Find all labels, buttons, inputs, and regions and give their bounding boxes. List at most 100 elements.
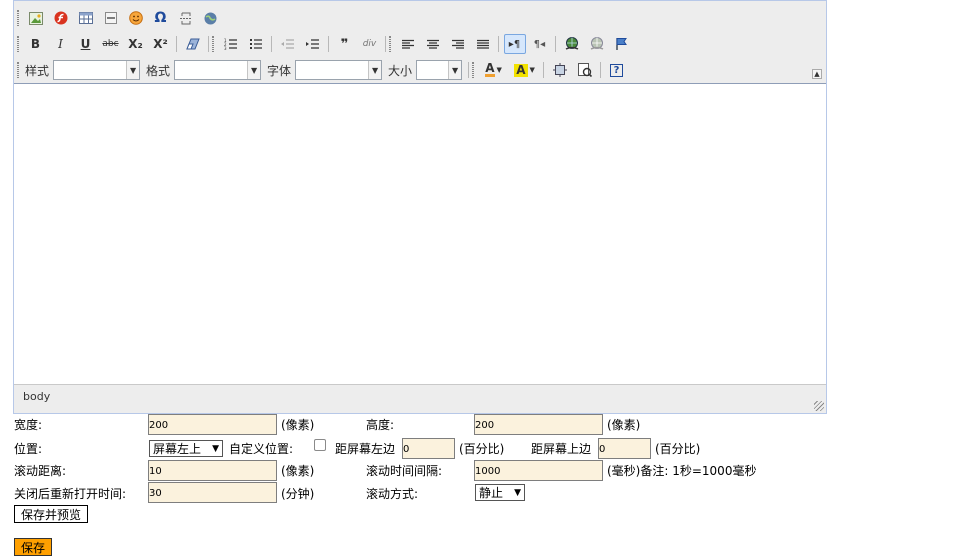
- smiley-icon[interactable]: [125, 8, 147, 28]
- reopen-time-input[interactable]: 30: [148, 482, 277, 503]
- show-blocks-icon[interactable]: [574, 60, 596, 80]
- toolbar-separator: [498, 36, 499, 52]
- subscript-button[interactable]: X₂: [125, 34, 147, 54]
- reopen-time-unit: (分钟): [281, 487, 315, 501]
- toolbar-collapse-icon[interactable]: ▲: [812, 69, 822, 79]
- format-dropdown[interactable]: ▼: [174, 60, 262, 80]
- toolbar-separator: [555, 36, 556, 52]
- svg-text:3: 3: [224, 46, 227, 50]
- chevron-down-icon: ▼: [514, 487, 521, 498]
- blockquote-button[interactable]: ❞: [334, 34, 356, 54]
- save-and-preview-button[interactable]: 保存并预览: [14, 505, 88, 523]
- chevron-down-icon: ▼: [448, 61, 462, 79]
- align-right-icon[interactable]: [447, 34, 469, 54]
- size-dropdown[interactable]: ▼: [416, 60, 463, 80]
- text-direction-ltr-button[interactable]: ▸¶: [503, 34, 526, 54]
- width-input[interactable]: 200: [148, 414, 277, 435]
- help-button[interactable]: ?: [606, 60, 628, 80]
- element-path[interactable]: body: [23, 390, 50, 403]
- format-label: 格式: [146, 63, 171, 78]
- align-left-icon[interactable]: [397, 34, 419, 54]
- indent-icon[interactable]: [302, 34, 324, 54]
- flash-icon[interactable]: [50, 8, 72, 28]
- left-offset-unit: (百分比): [459, 442, 505, 456]
- scroll-mode-label: 滚动方式:: [366, 487, 419, 501]
- numbered-list-icon[interactable]: 123: [220, 34, 242, 54]
- toolbar-grip: [472, 62, 475, 78]
- reopen-time-label: 关闭后重新打开时间:: [14, 487, 127, 501]
- toolbar-separator: [385, 36, 386, 52]
- link-icon[interactable]: [561, 34, 583, 54]
- chevron-down-icon: ▼: [212, 443, 219, 454]
- background-color-button[interactable]: A ▼: [511, 60, 539, 80]
- toolbar-row-styles: 样式 ▼ 格式 ▼ 字体 ▼ 大小 ▼ A ▼ A ▼ ?: [17, 59, 629, 81]
- save-button[interactable]: 保存: [14, 538, 52, 556]
- underline-button[interactable]: U: [75, 34, 97, 54]
- superscript-button[interactable]: X²: [150, 34, 172, 54]
- custom-position-label: 自定义位置:: [229, 442, 294, 456]
- chevron-down-icon: ▼: [529, 66, 535, 74]
- toolbar-grip: [17, 10, 19, 26]
- scroll-mode-select-value: 静止: [479, 486, 504, 500]
- anchor-flag-icon[interactable]: [611, 34, 633, 54]
- top-offset-input[interactable]: 0: [598, 438, 651, 459]
- page-break-icon[interactable]: [175, 8, 197, 28]
- position-label: 位置:: [14, 442, 43, 456]
- font-label: 字体: [267, 63, 292, 78]
- position-select[interactable]: 屏幕左上 ▼: [149, 440, 223, 457]
- height-input[interactable]: 200: [474, 414, 603, 435]
- top-offset-label: 距屏幕上边: [531, 442, 592, 456]
- table-icon[interactable]: [75, 8, 97, 28]
- strikethrough-button[interactable]: abc: [100, 34, 122, 54]
- toolbar-grip: [389, 36, 391, 52]
- scroll-mode-select[interactable]: 静止 ▼: [475, 484, 525, 501]
- chevron-down-icon: ▼: [496, 66, 502, 74]
- align-center-icon[interactable]: [422, 34, 444, 54]
- scroll-distance-input[interactable]: 10: [148, 460, 277, 481]
- outdent-icon[interactable]: [277, 34, 299, 54]
- iframe-icon[interactable]: [200, 8, 222, 28]
- styles-dropdown[interactable]: ▼: [53, 60, 141, 80]
- bold-button[interactable]: B: [25, 34, 47, 54]
- image-icon[interactable]: [25, 8, 47, 28]
- unlink-icon[interactable]: [586, 34, 608, 54]
- scroll-interval-unit: (毫秒)备注: 1秒=1000毫秒: [607, 464, 757, 478]
- text-direction-rtl-button[interactable]: ¶◂: [529, 34, 551, 54]
- eraser-icon[interactable]: [182, 34, 204, 54]
- toolbar-separator: [543, 62, 545, 78]
- rich-text-editor: Ω B I U abc X₂ X² 123 ❞ div ▸¶ ¶◂ 样式 ▼ 格…: [13, 0, 827, 414]
- toolbar-row-insert: Ω: [17, 7, 223, 29]
- custom-position-checkbox[interactable]: [314, 439, 326, 451]
- left-offset-input[interactable]: 0: [402, 438, 455, 459]
- toolbar-grip: [17, 62, 19, 78]
- horizontal-rule-icon[interactable]: [100, 8, 122, 28]
- toolbar-separator: [468, 62, 470, 78]
- toolbar-separator: [176, 36, 177, 52]
- div-container-button[interactable]: div: [359, 34, 381, 54]
- top-offset-unit: (百分比): [655, 442, 701, 456]
- toolbar-separator: [208, 36, 209, 52]
- chevron-down-icon: ▼: [126, 61, 140, 79]
- font-dropdown[interactable]: ▼: [295, 60, 383, 80]
- toolbar-separator: [600, 62, 602, 78]
- width-label: 宽度:: [14, 418, 43, 432]
- scroll-interval-label: 滚动时间间隔:: [366, 464, 443, 478]
- height-unit: (像素): [607, 418, 641, 432]
- maximize-icon[interactable]: [549, 60, 571, 80]
- italic-button[interactable]: I: [50, 34, 72, 54]
- toolbar-grip: [17, 36, 19, 52]
- editor-content-area[interactable]: [14, 83, 826, 385]
- text-color-button[interactable]: A ▼: [480, 60, 508, 80]
- width-unit: (像素): [281, 418, 315, 432]
- scroll-interval-input[interactable]: 1000: [474, 460, 603, 481]
- align-justify-icon[interactable]: [472, 34, 494, 54]
- bulleted-list-icon[interactable]: [245, 34, 267, 54]
- chevron-down-icon: ▼: [247, 61, 261, 79]
- position-select-value: 屏幕左上: [153, 442, 202, 456]
- toolbar-row-format: B I U abc X₂ X² 123 ❞ div ▸¶ ¶◂: [17, 33, 634, 55]
- height-label: 高度:: [366, 418, 395, 432]
- resize-grip-icon[interactable]: [814, 401, 824, 411]
- toolbar-separator: [328, 36, 329, 52]
- chevron-down-icon: ▼: [368, 61, 382, 79]
- special-char-icon[interactable]: Ω: [150, 8, 172, 28]
